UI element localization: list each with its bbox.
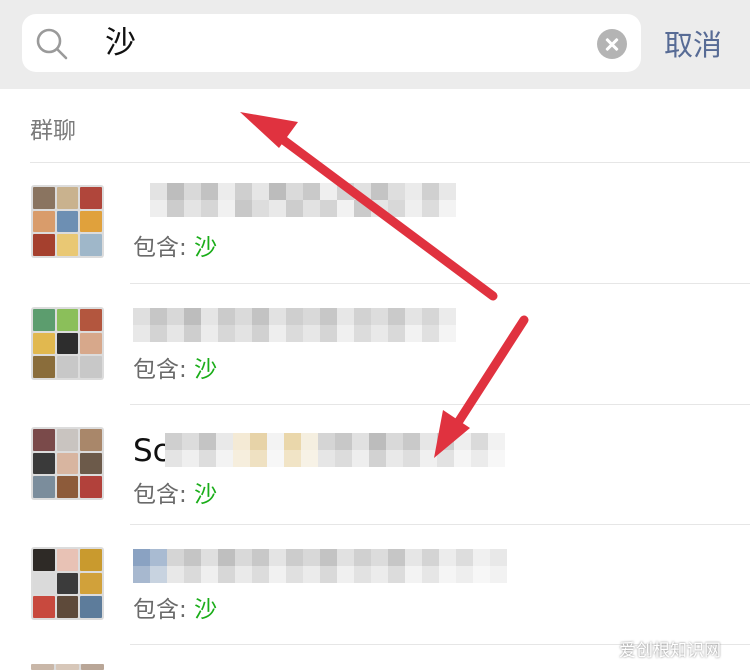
annotation-arrows bbox=[240, 112, 529, 458]
arrow-to-search-icon bbox=[240, 112, 498, 301]
watermark-text: 爱创根知识网 bbox=[619, 641, 721, 661]
arrow-to-result-icon bbox=[434, 315, 529, 458]
